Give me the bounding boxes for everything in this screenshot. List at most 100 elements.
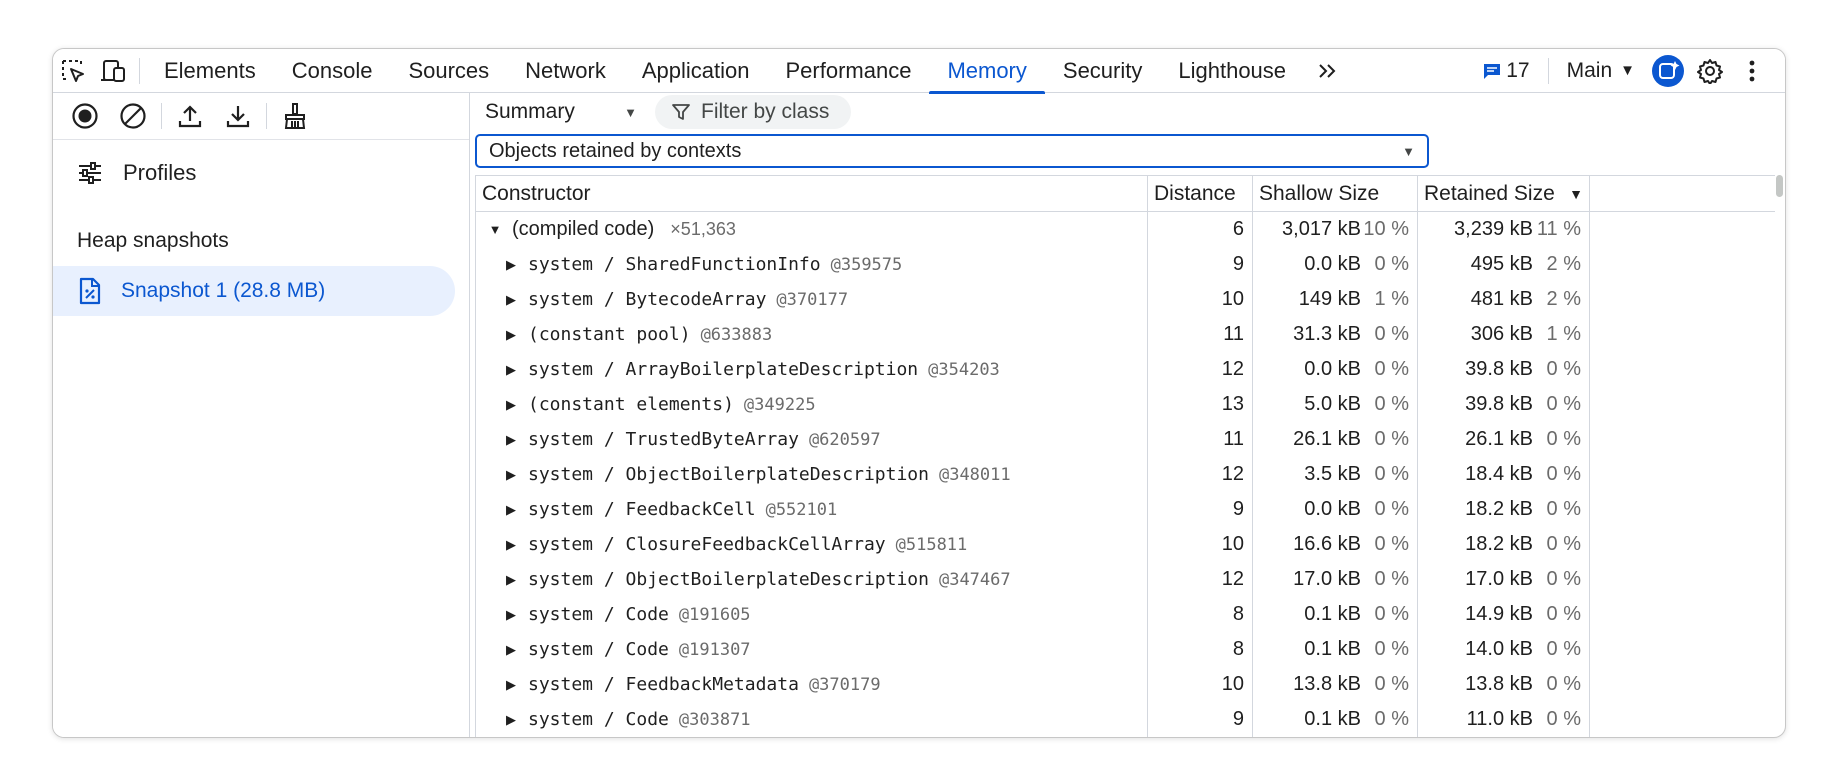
- retained-size-cell: 495 kB 2 %: [1418, 247, 1590, 282]
- table-row[interactable]: ▶ system / Code @303871 9 0.1 kB 0 % 11.0 kB 0 …: [476, 702, 1775, 737]
- distance-cell: 11: [1148, 317, 1253, 352]
- shallow-value: 3.5 kB: [1304, 463, 1361, 485]
- shallow-value: 17.0 kB: [1293, 568, 1361, 590]
- heap-main-panel: Summary ▼ Filter by class Objects retain…: [471, 93, 1785, 737]
- caret-down-icon: ▼: [1620, 62, 1635, 79]
- retained-size-cell: 11.0 kB 0 %: [1418, 702, 1590, 737]
- distance-cell: 12: [1148, 562, 1253, 597]
- download-icon[interactable]: [214, 93, 262, 140]
- dropdown-caret-icon: ▼: [1402, 143, 1415, 159]
- collapsed-triangle-icon[interactable]: ▶: [500, 537, 522, 553]
- table-row[interactable]: ▶ system / Code @191605 8 0.1 kB 0 % 14.9 kB 0 …: [476, 597, 1775, 632]
- more-tabs-icon[interactable]: [1308, 49, 1348, 93]
- object-id: @354203: [928, 359, 1000, 380]
- tab-sources[interactable]: Sources: [390, 49, 507, 93]
- distance-cell: 9: [1148, 247, 1253, 282]
- tab-performance[interactable]: Performance: [767, 49, 929, 93]
- header-retained-size[interactable]: Retained Size ▼: [1418, 176, 1590, 211]
- tab-memory[interactable]: Memory: [929, 49, 1046, 94]
- header-shallow-size[interactable]: Shallow Size: [1253, 176, 1418, 211]
- shallow-value: 3,017 kB: [1282, 218, 1361, 240]
- issues-counter[interactable]: 17: [1470, 59, 1541, 83]
- upload-icon[interactable]: [166, 93, 214, 140]
- shallow-size-cell: 26.1 kB 0 %: [1253, 422, 1418, 457]
- table-row[interactable]: ▶ system / ObjectBoilerplateDescription @3…: [476, 562, 1775, 597]
- clear-icon[interactable]: [109, 93, 157, 140]
- record-icon[interactable]: [61, 93, 109, 140]
- tab-security[interactable]: Security: [1045, 49, 1160, 93]
- table-row[interactable]: ▶ (constant pool) @633883 11 31.3 kB 0 % 306 k…: [476, 317, 1775, 352]
- collapsed-triangle-icon[interactable]: ▶: [500, 432, 522, 448]
- tab-network[interactable]: Network: [507, 49, 624, 93]
- collapsed-triangle-icon[interactable]: ▶: [500, 397, 522, 413]
- grid-scrollbar[interactable]: [1776, 175, 1783, 197]
- device-toolbar-icon[interactable]: [93, 49, 133, 93]
- constructor-cell: ▶ system / ObjectBoilerplateDescription @3…: [476, 562, 1148, 597]
- table-row[interactable]: ▶ system / TrustedByteArray @620597 11 26.1 …: [476, 422, 1775, 457]
- tab-application[interactable]: Application: [624, 49, 768, 93]
- collect-garbage-icon[interactable]: [271, 93, 319, 140]
- inspect-element-icon[interactable]: [53, 49, 93, 93]
- shallow-percent: 0 %: [1374, 463, 1409, 485]
- collapsed-triangle-icon[interactable]: ▶: [500, 327, 522, 343]
- shallow-value: 0.1 kB: [1304, 603, 1361, 625]
- table-row[interactable]: ▶ system / Code @191307 8 0.1 kB 0 % 14.0 kB 0 …: [476, 632, 1775, 667]
- collapsed-triangle-icon[interactable]: ▶: [500, 362, 522, 378]
- class-filter-input[interactable]: Filter by class: [655, 95, 852, 129]
- shallow-size-cell: 31.3 kB 0 %: [1253, 317, 1418, 352]
- retained-size-cell: 17.0 kB 0 %: [1418, 562, 1590, 597]
- distance-cell: 6: [1148, 212, 1253, 247]
- header-constructor[interactable]: Constructor: [476, 176, 1148, 211]
- shallow-size-cell: 16.6 kB 0 %: [1253, 527, 1418, 562]
- tab-lighthouse[interactable]: Lighthouse: [1160, 49, 1304, 93]
- table-row[interactable]: ▶ system / ArrayBoilerplateDescription @35…: [476, 352, 1775, 387]
- collapsed-triangle-icon[interactable]: ▶: [500, 502, 522, 518]
- expanded-triangle-icon[interactable]: ▼: [484, 222, 506, 237]
- retainers-filter-select[interactable]: Objects retained by contexts ▼: [475, 134, 1429, 168]
- toolbar-divider-2: [266, 103, 267, 129]
- retained-value: 39.8 kB: [1465, 358, 1533, 380]
- table-row[interactable]: ▶ system / FeedbackCell @552101 9 0.0 kB 0 % 1…: [476, 492, 1775, 527]
- ai-assistance-icon[interactable]: [1647, 49, 1689, 93]
- grid-body: ▼ (compiled code) ×51,363 6 3,017 kB 10 % 3,23…: [476, 212, 1775, 737]
- distance-cell: 13: [1148, 387, 1253, 422]
- shallow-percent: 0 %: [1374, 533, 1409, 555]
- header-distance[interactable]: Distance: [1148, 176, 1253, 211]
- shallow-value: 5.0 kB: [1304, 393, 1361, 415]
- collapsed-triangle-icon[interactable]: ▶: [500, 607, 522, 623]
- target-select[interactable]: Main ▼: [1555, 59, 1647, 83]
- collapsed-triangle-icon[interactable]: ▶: [500, 642, 522, 658]
- table-row[interactable]: ▶ (constant elements) @349225 13 5.0 kB 0 % 39…: [476, 387, 1775, 422]
- constructor-name: (constant elements): [528, 394, 734, 415]
- collapsed-triangle-icon[interactable]: ▶: [500, 712, 522, 728]
- retained-size-cell: 306 kB 1 %: [1418, 317, 1590, 352]
- collapsed-triangle-icon[interactable]: ▶: [500, 677, 522, 693]
- profiles-header[interactable]: Profiles: [53, 142, 469, 204]
- profiles-sidebar: Profiles Heap snapshots Snapshot 1 (28.8…: [53, 93, 470, 737]
- settings-gear-icon[interactable]: [1689, 49, 1731, 93]
- snapshot-file-icon: [79, 277, 101, 305]
- collapsed-triangle-icon[interactable]: ▶: [500, 467, 522, 483]
- shallow-percent: 0 %: [1374, 323, 1409, 345]
- retained-percent: 1 %: [1546, 323, 1581, 345]
- table-row[interactable]: ▶ system / ClosureFeedbackCellArray @51581…: [476, 527, 1775, 562]
- tab-elements[interactable]: Elements: [146, 49, 274, 93]
- table-row[interactable]: ▶ system / FeedbackMetadata @370179 10 13.8 …: [476, 667, 1775, 702]
- toolbar-divider: [161, 103, 162, 129]
- object-id: @359575: [830, 254, 903, 275]
- collapsed-triangle-icon[interactable]: ▶: [500, 257, 522, 273]
- collapsed-triangle-icon[interactable]: ▶: [500, 292, 522, 308]
- snapshot-label: Snapshot 1 (28.8 MB): [121, 279, 326, 302]
- view-select[interactable]: Summary ▼: [485, 100, 643, 124]
- retained-value: 17.0 kB: [1465, 568, 1533, 590]
- table-row[interactable]: ▶ system / SharedFunctionInfo @359575 9 0.0 …: [476, 247, 1775, 282]
- table-row[interactable]: ▶ system / ObjectBoilerplateDescription @3…: [476, 457, 1775, 492]
- object-id: @191307: [678, 639, 751, 660]
- table-row[interactable]: ▶ system / BytecodeArray @370177 10 149 kB 1 …: [476, 282, 1775, 317]
- table-row[interactable]: ▼ (compiled code) ×51,363 6 3,017 kB 10 % 3,23…: [476, 212, 1775, 247]
- tab-console[interactable]: Console: [274, 49, 391, 93]
- retained-value: 13.8 kB: [1465, 673, 1533, 695]
- kebab-menu-icon[interactable]: [1731, 49, 1773, 93]
- collapsed-triangle-icon[interactable]: ▶: [500, 572, 522, 588]
- snapshot-item[interactable]: Snapshot 1 (28.8 MB): [53, 266, 455, 316]
